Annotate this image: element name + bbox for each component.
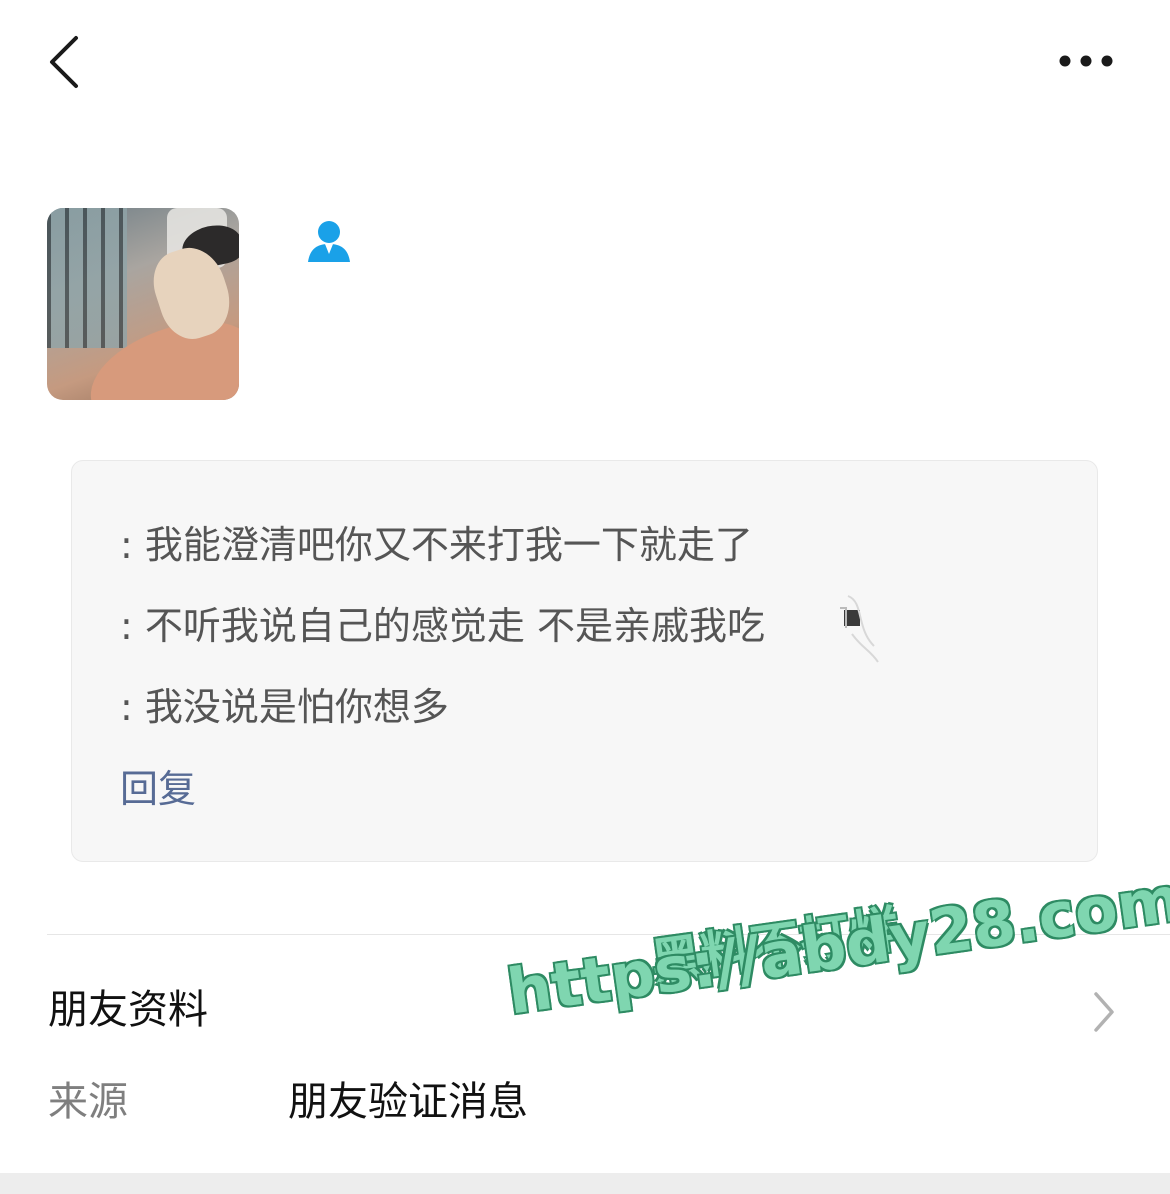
source-value: 朋友验证消息 — [288, 1079, 528, 1125]
avatar-background — [47, 208, 127, 348]
contact-person-icon — [304, 218, 354, 264]
chevron-right-icon — [1094, 992, 1114, 1032]
source-row: 来源 朋友验证消息 — [0, 1070, 1170, 1140]
message-card: : 我能澄清吧你又不来打我一下就走了 : 不听我说自己的感觉走 不是亲戚我吃 :… — [71, 460, 1098, 862]
avatar[interactable] — [47, 208, 239, 400]
back-button[interactable] — [40, 32, 90, 92]
bottom-band — [0, 1173, 1170, 1194]
reply-link[interactable]: 回复 — [120, 767, 196, 811]
friend-info-label: 朋友资料 — [48, 987, 208, 1033]
more-horizontal-icon — [1059, 55, 1113, 67]
source-label: 来源 — [48, 1079, 128, 1125]
more-button[interactable] — [1050, 40, 1122, 82]
message-line: : 不听我说自己的感觉走 不是亲戚我吃 — [120, 604, 765, 648]
message-line: : 我没说是怕你想多 — [120, 685, 449, 729]
message-line: : 我能澄清吧你又不来打我一下就走了 — [120, 523, 753, 567]
redaction-mark — [840, 595, 879, 663]
chevron-left-icon — [50, 36, 78, 88]
friend-info-row[interactable]: 朋友资料 — [0, 960, 1170, 1060]
friend-profile-page: : 我能澄清吧你又不来打我一下就走了 : 不听我说自己的感觉走 不是亲戚我吃 :… — [0, 0, 1170, 1194]
divider — [47, 934, 1170, 935]
